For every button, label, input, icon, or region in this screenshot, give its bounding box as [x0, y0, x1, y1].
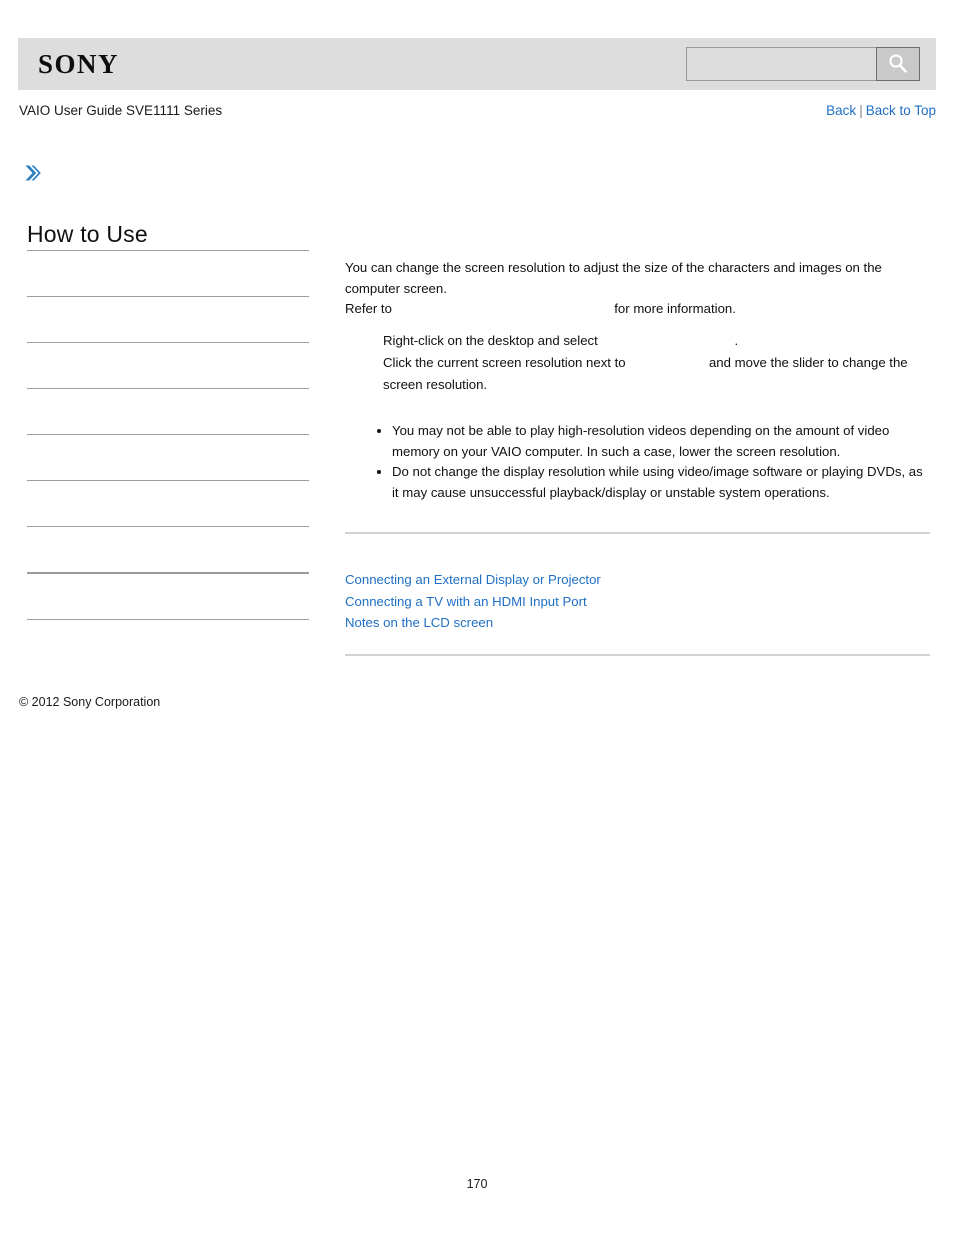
steps-list: Right-click on the desktop and select . …: [345, 330, 930, 396]
sidebar-item-1[interactable]: [27, 251, 309, 296]
sidebar-item-5[interactable]: [27, 435, 309, 480]
intro-paragraph: You can change the screen resolution to …: [345, 260, 882, 296]
note-item: Do not change the display resolution whi…: [375, 462, 930, 503]
notes-list: You may not be able to play high-resolut…: [345, 421, 930, 503]
inline-link-placeholder: [396, 300, 611, 313]
sidebar-item-7[interactable]: [27, 527, 309, 572]
sidebar: How to Use: [27, 220, 309, 620]
sidebar-item-3[interactable]: [27, 343, 309, 388]
search-icon: [886, 52, 910, 76]
inline-ui-label-placeholder: [601, 332, 734, 345]
step-item: Right-click on the desktop and select .: [345, 330, 930, 352]
copyright-text: © 2012 Sony Corporation: [19, 695, 161, 709]
nav-separator: |: [859, 103, 863, 118]
sidebar-item-4[interactable]: [27, 389, 309, 434]
step-text-before: Click the current screen resolution next…: [383, 355, 626, 370]
chevron-right-double-icon[interactable]: [22, 162, 44, 184]
step-item: Click the current screen resolution next…: [345, 352, 930, 395]
back-link[interactable]: Back: [826, 103, 856, 118]
sony-logo: SONY: [38, 49, 120, 79]
content-divider-bottom: [345, 654, 930, 656]
refer-paragraph: Refer to for more information.: [345, 299, 930, 320]
refer-prefix: Refer to: [345, 301, 392, 316]
sidebar-item-8[interactable]: [27, 574, 309, 619]
search-input[interactable]: [686, 47, 876, 81]
note-item: You may not be able to play high-resolut…: [375, 421, 930, 462]
inline-ui-label-placeholder: [629, 354, 705, 367]
site-header: SONY: [18, 38, 936, 90]
step-text-after: .: [734, 332, 739, 348]
content-divider-top: [345, 532, 930, 534]
sidebar-heading: How to Use: [27, 221, 148, 247]
refer-suffix: for more information.: [614, 301, 736, 316]
step-text-before: Right-click on the desktop and select: [383, 332, 598, 348]
guide-title: VAIO User Guide SVE1111 Series: [19, 103, 223, 118]
back-to-top-link[interactable]: Back to Top: [866, 103, 936, 118]
page-number: 170: [466, 1177, 488, 1191]
top-nav-links: Back | Back to Top: [826, 102, 936, 119]
sidebar-divider: [27, 619, 309, 620]
related-link-3[interactable]: Notes on the LCD screen: [345, 612, 930, 634]
main-content: You can change the screen resolution to …: [345, 258, 930, 503]
related-link-2[interactable]: Connecting a TV with an HDMI Input Port: [345, 591, 930, 613]
related-link-1[interactable]: Connecting an External Display or Projec…: [345, 569, 930, 591]
sidebar-item-6[interactable]: [27, 481, 309, 526]
search-area: [686, 47, 920, 81]
search-button[interactable]: [876, 47, 920, 81]
related-topics: Connecting an External Display or Projec…: [345, 569, 930, 634]
sidebar-item-2[interactable]: [27, 297, 309, 342]
